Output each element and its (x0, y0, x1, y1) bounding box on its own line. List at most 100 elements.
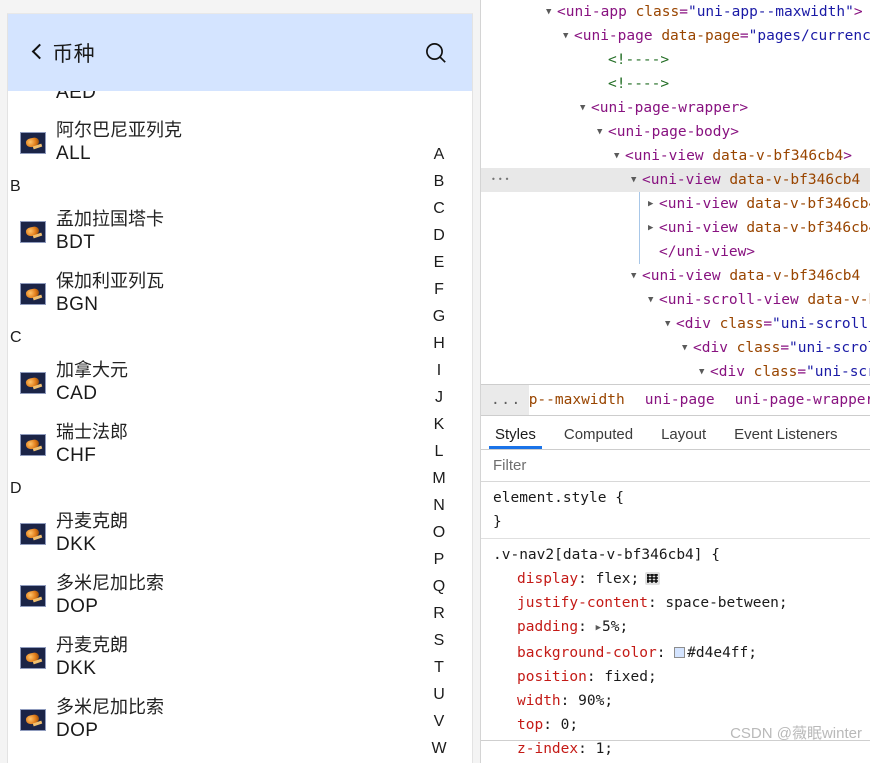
alphabet-index-item[interactable]: J (428, 384, 450, 411)
breadcrumb[interactable]: ... p--maxwidth uni-page uni-page-wrappe… (481, 384, 870, 416)
tab-computed[interactable]: Computed (550, 426, 647, 449)
alphabet-index-item[interactable]: P (428, 546, 450, 573)
breadcrumb-item-uni-page[interactable]: uni-page (635, 392, 725, 408)
css-declaration[interactable]: background-color: #d4e4ff; (493, 641, 870, 665)
css-property-name[interactable]: background-color (493, 641, 657, 665)
alphabet-index-item[interactable]: H (428, 330, 450, 357)
currency-list-item[interactable]: 丹麦克朗 DKK (8, 503, 472, 565)
dom-tree-row[interactable]: ▼<uni-scroll-view data-v-b (481, 288, 870, 312)
tab-styles[interactable]: Styles (481, 426, 550, 449)
styles-tab-bar[interactable]: Styles Computed Layout Event Listeners (481, 417, 870, 450)
chevron-down-icon[interactable]: ▼ (699, 360, 710, 384)
css-property-value[interactable]: #d4e4ff; (687, 645, 757, 661)
styles-filter-input[interactable]: Filter (481, 450, 870, 482)
dom-tree-row[interactable]: <!----> (481, 72, 870, 96)
currency-list-item[interactable]: 阿尔巴尼亚列克 ALL (8, 112, 472, 174)
dom-tree-row[interactable]: </uni-view> (481, 240, 870, 264)
dom-tree-row[interactable]: ▼ <uni-view data-v-bf346cb4 c (481, 264, 870, 288)
css-property-value[interactable]: space-between; (665, 595, 787, 611)
dom-tree-row[interactable]: ▼<div class="uni-scro (481, 360, 870, 384)
css-property-name[interactable]: padding (493, 615, 578, 639)
dom-tree-row[interactable]: ▼ <uni-page-wrapper> (481, 96, 870, 120)
alphabet-index-item[interactable]: F (428, 276, 450, 303)
dom-tree-row[interactable]: ▼ <uni-page data-page="pages/currenc (481, 24, 870, 48)
css-property-value[interactable]: 5%; (602, 619, 628, 635)
alphabet-index-item[interactable]: C (428, 195, 450, 222)
alphabet-index-item[interactable]: R (428, 600, 450, 627)
css-property-name[interactable]: display (493, 567, 578, 591)
alphabet-index-item[interactable]: B (428, 168, 450, 195)
alphabet-index-item[interactable]: E (428, 249, 450, 276)
css-declaration[interactable]: position: fixed; (493, 665, 870, 689)
alphabet-index-item[interactable]: A (428, 141, 450, 168)
breadcrumb-overflow-button[interactable]: ... (481, 385, 529, 415)
flexbox-badge-icon[interactable] (645, 572, 661, 585)
chevron-left-icon[interactable] (31, 42, 44, 64)
alphabet-index-item[interactable]: O (428, 519, 450, 546)
alphabet-index-item[interactable]: S (428, 627, 450, 654)
chevron-down-icon[interactable]: ▼ (682, 336, 693, 360)
alphabet-index-item[interactable]: L (428, 438, 450, 465)
alphabet-index-item[interactable]: M (428, 465, 450, 492)
chevron-down-icon[interactable]: ▼ (631, 168, 642, 192)
css-declaration[interactable]: display: flex; (493, 567, 870, 591)
alphabet-index-item[interactable]: K (428, 411, 450, 438)
color-swatch[interactable] (674, 647, 686, 658)
dom-tree-row[interactable]: ▼ <uni-view data-v-bf346cb4> (481, 144, 870, 168)
currency-list-item[interactable]: 瑞士法郎 CHF (8, 414, 472, 476)
alphabet-index-item[interactable]: D (428, 222, 450, 249)
alphabet-index-item[interactable]: V (428, 708, 450, 735)
css-selector[interactable]: element.style { (493, 486, 870, 510)
dom-tree[interactable]: ▼ <uni-app class="uni-app--maxwidth"> ▼ <un… (481, 0, 870, 384)
alphabet-index-item[interactable]: T (428, 654, 450, 681)
css-property-name[interactable]: top (493, 713, 543, 737)
currency-list-item[interactable]: 多米尼加比索 DOP (8, 565, 472, 627)
css-property-value[interactable]: flex; (596, 571, 640, 587)
chevron-right-icon[interactable]: ▶ (648, 192, 659, 216)
alphabet-index-bar[interactable]: ABCDEFGHIJKLMNOPQRSTUVWXY (428, 141, 450, 763)
chevron-down-icon[interactable]: ▼ (580, 96, 591, 120)
dom-row-more-icon[interactable]: ••• (491, 168, 511, 192)
chevron-right-icon[interactable]: ▶ (648, 216, 659, 240)
currency-list-item[interactable]: 孟加拉国塔卡 BDT (8, 201, 472, 263)
breadcrumb-item-truncated[interactable]: p--maxwidth (529, 392, 635, 408)
css-property-name[interactable]: width (493, 689, 561, 713)
css-property-name[interactable]: position (493, 665, 587, 689)
search-icon[interactable] (421, 38, 451, 68)
dom-tree-row[interactable]: <!----> (481, 48, 870, 72)
currency-list-item[interactable]: 多米尼加比索 DOP (8, 689, 472, 751)
css-declaration[interactable]: width: 90%; (493, 689, 870, 713)
breadcrumb-item-uni-page-wrapper[interactable]: uni-page-wrapper (725, 392, 870, 408)
css-property-name[interactable]: justify-content (493, 591, 648, 615)
css-property-value[interactable]: 1; (596, 741, 613, 757)
chevron-down-icon[interactable]: ▼ (597, 120, 608, 144)
dom-tree-row[interactable]: ▶ <uni-view data-v-bf346cb4 (481, 216, 870, 240)
tab-event-listeners[interactable]: Event Listeners (720, 426, 851, 449)
tab-layout[interactable]: Layout (647, 426, 720, 449)
alphabet-index-item[interactable]: I (428, 357, 450, 384)
alphabet-index-item[interactable]: N (428, 492, 450, 519)
chevron-down-icon[interactable]: ▼ (614, 144, 625, 168)
css-rules-list[interactable]: element.style {} .v-nav2[data-v-bf346cb4]… (481, 482, 870, 763)
css-property-value[interactable]: 0; (561, 717, 578, 733)
dom-tree-row[interactable]: ▼<div class="uni-scroll (481, 336, 870, 360)
dom-tree-row-selected[interactable]: ••• ▼ <uni-view data-v-bf346cb4 c (481, 168, 870, 192)
css-declaration[interactable]: padding: ▶5%; (493, 615, 870, 641)
chevron-down-icon[interactable]: ▼ (563, 24, 574, 48)
css-declaration[interactable]: justify-content: space-between; (493, 591, 870, 615)
nav-left-group[interactable]: 币种 (31, 38, 95, 68)
css-property-value[interactable]: 90%; (578, 693, 613, 709)
chevron-down-icon[interactable]: ▼ (665, 312, 676, 336)
currency-list-item[interactable]: 加拿大元 CAD (8, 352, 472, 414)
chevron-down-icon[interactable]: ▼ (546, 0, 557, 24)
dom-tree-row[interactable]: ▶ <uni-view data-v-bf346cb4 (481, 192, 870, 216)
css-property-value[interactable]: fixed; (604, 669, 656, 685)
alphabet-index-item[interactable]: U (428, 681, 450, 708)
dom-tree-row[interactable]: ▼ <uni-app class="uni-app--maxwidth"> (481, 0, 870, 24)
chevron-right-icon[interactable]: ▶ (596, 616, 601, 640)
dom-tree-row[interactable]: ▼ <uni-page-body> (481, 120, 870, 144)
chevron-down-icon[interactable]: ▼ (648, 288, 659, 312)
currency-list-item[interactable]: 保加利亚列瓦 BGN (8, 263, 472, 325)
currency-list-item[interactable]: 丹麦克朗 DKK (8, 627, 472, 689)
currency-scroll-view[interactable]: A ED 阿尔巴尼亚列克 ALL B 孟加拉国塔卡 BDT 保加利亚列瓦 BGN C 加拿大元 CA… (8, 14, 472, 763)
